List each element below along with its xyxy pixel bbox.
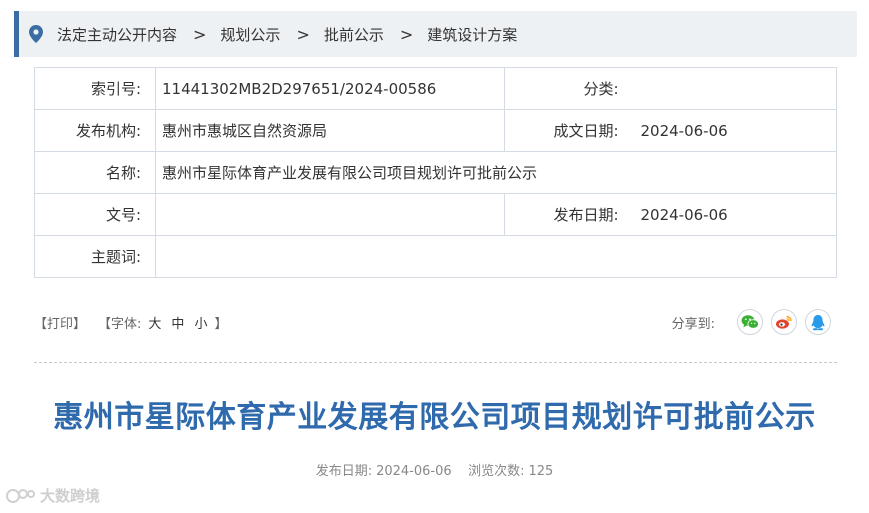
dashed-divider xyxy=(34,362,837,363)
index-value: 11441302MB2D297651/2024-00586 xyxy=(155,67,505,110)
document-metadata-table: 索引号: 11441302MB2D297651/2024-00586 分类: 发… xyxy=(34,67,837,278)
location-pin-icon xyxy=(29,25,43,43)
subject-value xyxy=(155,235,837,278)
publisher-label: 发布机构: xyxy=(34,109,156,152)
font-size-selector: 【字体: 大中小】 xyxy=(96,313,229,332)
font-size-suffix: 】 xyxy=(214,316,228,332)
share-wechat-button[interactable] xyxy=(737,309,763,335)
name-value: 惠州市星际体育产业发展有限公司项目规划许可批前公示 xyxy=(155,151,837,194)
subject-label: 主题词: xyxy=(34,235,156,278)
published-date-label: 发布日期: xyxy=(504,193,637,236)
publisher-value: 惠州市惠城区自然资源局 xyxy=(155,109,505,152)
wechat-icon xyxy=(741,315,759,329)
view-count-label: 浏览次数: xyxy=(468,464,525,479)
breadcrumb: 法定主动公开内容 > 规划公示 > 批前公示 > 建筑设计方案 xyxy=(14,11,857,57)
published-date-value: 2024-06-06 xyxy=(636,193,837,236)
document-number-value xyxy=(155,193,505,236)
article-title: 惠州市星际体育产业发展有限公司项目规划许可批前公示 xyxy=(53,400,816,435)
chevron-right-icon: > xyxy=(193,24,207,44)
created-date-label: 成文日期: xyxy=(504,109,637,152)
chevron-right-icon: > xyxy=(399,24,414,44)
breadcrumb-item-pre-approval[interactable]: 批前公示 xyxy=(324,24,384,45)
watermark-logo-icon xyxy=(6,488,35,503)
table-row: 文号: 发布日期: 2024-06-06 xyxy=(34,193,837,236)
table-row: 索引号: 11441302MB2D297651/2024-00586 分类: xyxy=(34,67,837,110)
view-count-value: 125 xyxy=(528,464,554,479)
document-number-label: 文号: xyxy=(34,193,156,236)
index-label: 索引号: xyxy=(34,67,156,110)
article-toolbar: 【打印】 【字体: 大中小】 分享到: xyxy=(34,306,837,338)
watermark: 大数跨境 xyxy=(6,485,100,506)
table-row: 名称: 惠州市星际体育产业发展有限公司项目规划许可批前公示 xyxy=(34,151,837,194)
category-value xyxy=(636,67,837,110)
category-label: 分类: xyxy=(504,67,637,110)
breadcrumb-item-planning-notice[interactable]: 规划公示 xyxy=(220,24,280,45)
breadcrumb-item-architectural-design[interactable]: 建筑设计方案 xyxy=(427,24,517,45)
publish-date-label: 发布日期: xyxy=(315,464,373,479)
chevron-right-icon: > xyxy=(296,24,310,44)
table-row: 发布机构: 惠州市惠城区自然资源局 成文日期: 2024-06-06 xyxy=(34,109,837,152)
created-date-value: 2024-06-06 xyxy=(636,109,837,152)
share-label: 分享到: xyxy=(671,316,715,332)
font-size-small-button[interactable]: 小 xyxy=(194,317,207,332)
font-size-prefix: 【字体: xyxy=(98,316,142,332)
share-bar: 分享到: xyxy=(672,306,831,338)
weibo-icon xyxy=(776,315,792,329)
print-button[interactable]: 【打印】 xyxy=(34,313,86,332)
share-qq-button[interactable] xyxy=(805,309,831,335)
article-meta-line: 发布日期: 2024-06-06 浏览次数: 125 xyxy=(0,460,869,479)
share-weibo-button[interactable] xyxy=(771,309,797,335)
qq-icon xyxy=(811,314,825,330)
publish-date-value: 2024-06-06 xyxy=(376,464,452,479)
table-row: 主题词: xyxy=(34,235,837,278)
breadcrumb-item-public-content[interactable]: 法定主动公开内容 xyxy=(57,24,177,45)
font-size-medium-button[interactable]: 中 xyxy=(171,317,184,332)
font-size-large-button[interactable]: 大 xyxy=(148,317,161,332)
watermark-text: 大数跨境 xyxy=(40,487,101,505)
name-label: 名称: xyxy=(34,151,156,194)
